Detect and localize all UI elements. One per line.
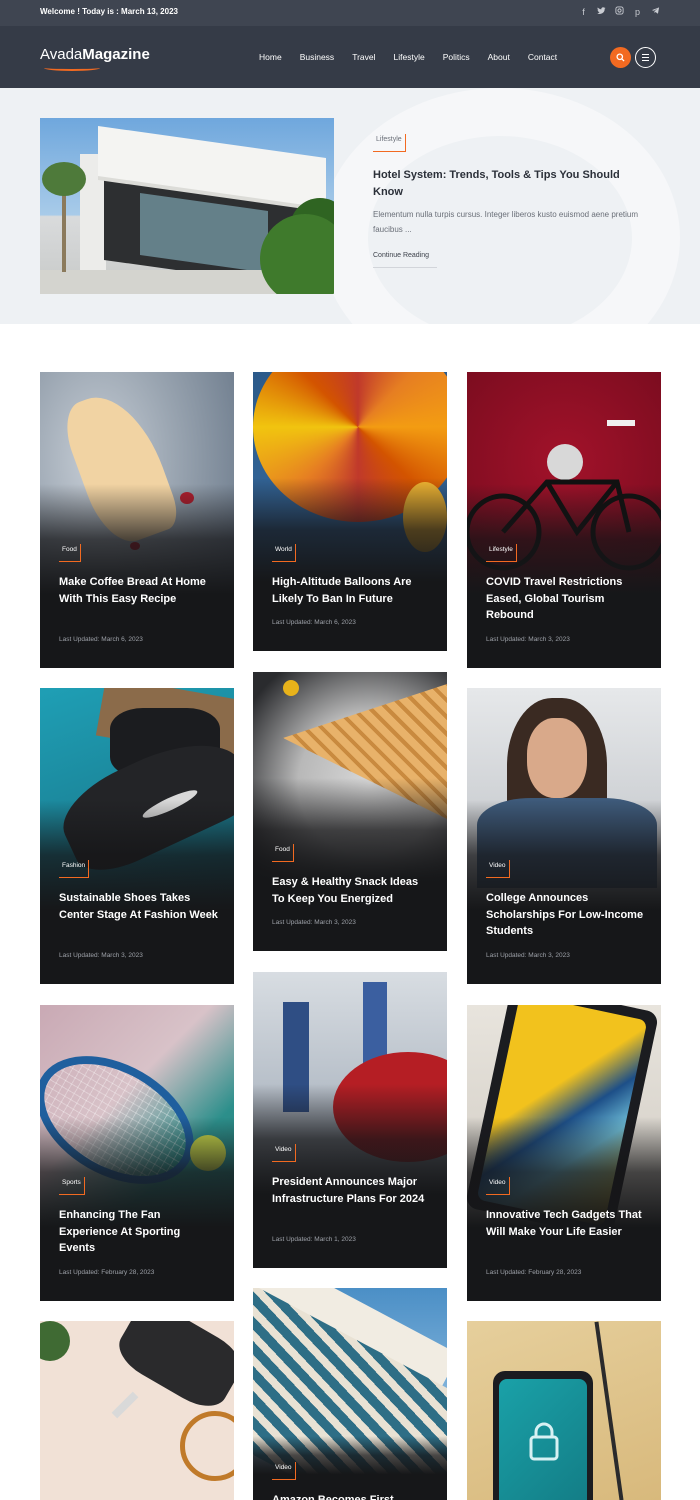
card-category-tag[interactable]: Sports xyxy=(59,1177,85,1195)
card-title[interactable]: Make Coffee Bread At Home With This Easy… xyxy=(59,574,219,607)
menu-item-politics[interactable]: Politics xyxy=(443,52,470,62)
card-date: Last Updated: March 3, 2023 xyxy=(486,952,570,959)
search-button[interactable] xyxy=(610,47,631,68)
card-date: Last Updated: March 6, 2023 xyxy=(272,619,356,626)
card-title[interactable]: High-Altitude Balloons Are Likely To Ban… xyxy=(272,574,432,607)
card-category-tag[interactable]: Video xyxy=(272,1144,296,1162)
card-category-tag[interactable]: Food xyxy=(59,544,81,562)
hero-category-tag[interactable]: Lifestyle xyxy=(373,134,406,152)
card-title[interactable]: College Announces Scholarships For Low-I… xyxy=(486,890,646,940)
hamburger-line xyxy=(642,57,649,59)
post-card[interactable]: Food Easy & Healthy Snack Ideas To Keep … xyxy=(253,672,447,951)
face xyxy=(527,718,587,798)
card-category-tag[interactable]: World xyxy=(272,544,296,562)
logo-swoosh xyxy=(44,65,100,71)
post-card[interactable]: Video President Announces Major Infrastr… xyxy=(253,972,447,1268)
card-category-tag[interactable]: Video xyxy=(272,1462,296,1480)
menu-item-home[interactable]: Home xyxy=(259,52,282,62)
card-title[interactable]: Innovative Tech Gadgets That Will Make Y… xyxy=(486,1207,646,1240)
main-menu: Home Business Travel Lifestyle Politics … xyxy=(259,52,575,62)
post-card[interactable] xyxy=(467,1321,661,1500)
post-card[interactable]: World High-Altitude Balloons Are Likely … xyxy=(253,372,447,651)
menu-item-travel[interactable]: Travel xyxy=(352,52,375,62)
card-category-tag[interactable]: Video xyxy=(486,1177,510,1195)
post-card[interactable]: Food Make Coffee Bread At Home With This… xyxy=(40,372,234,668)
card-date: Last Updated: March 3, 2023 xyxy=(59,952,143,959)
site-logo[interactable]: AvadaMagazine xyxy=(40,46,150,63)
post-card[interactable]: Video Innovative Tech Gadgets That Will … xyxy=(467,1005,661,1301)
garnish xyxy=(283,680,299,696)
card-date: Last Updated: March 3, 2023 xyxy=(486,636,570,643)
card-title[interactable]: Enhancing The Fan Experience At Sporting… xyxy=(59,1207,219,1257)
card-title[interactable]: Amazon Becomes First xyxy=(272,1492,432,1500)
palm-trunk xyxy=(62,188,66,272)
featured-post: Lifestyle Hotel System: Trends, Tools & … xyxy=(0,88,700,324)
card-date: Last Updated: March 1, 2023 xyxy=(272,1236,356,1243)
featured-image-hotel[interactable] xyxy=(40,118,334,294)
card-image-accessories xyxy=(40,1321,234,1500)
post-card[interactable]: Video College Announces Scholarships For… xyxy=(467,688,661,984)
card-date: Last Updated: February 28, 2023 xyxy=(59,1269,155,1276)
hero-decoration xyxy=(320,88,680,324)
post-card[interactable]: Lifestyle COVID Travel Restrictions Ease… xyxy=(467,372,661,668)
card-date: Last Updated: March 6, 2023 xyxy=(59,636,143,643)
post-card[interactable] xyxy=(40,1321,234,1500)
card-title[interactable]: Easy & Healthy Snack Ideas To Keep You E… xyxy=(272,874,432,907)
card-title[interactable]: COVID Travel Restrictions Eased, Global … xyxy=(486,574,646,624)
leaf xyxy=(40,1321,70,1361)
menu-item-lifestyle[interactable]: Lifestyle xyxy=(394,52,425,62)
card-category-tag[interactable]: Lifestyle xyxy=(486,544,517,562)
search-icon xyxy=(616,53,625,62)
post-card[interactable]: Sports Enhancing The Fan Experience At S… xyxy=(40,1005,234,1301)
card-category-tag[interactable]: Video xyxy=(486,860,510,878)
logo-light-text: Avada xyxy=(40,46,83,63)
post-card[interactable]: Fashion Sustainable Shoes Takes Center S… xyxy=(40,688,234,984)
pinterest-icon[interactable]: p xyxy=(633,6,642,18)
welcome-date-text: Welcome ! Today is : March 13, 2023 xyxy=(40,7,178,16)
card-category-tag[interactable]: Fashion xyxy=(59,860,90,878)
instagram-icon[interactable] xyxy=(615,6,624,18)
telegram-icon[interactable] xyxy=(651,6,660,18)
strap xyxy=(180,1411,234,1481)
post-card[interactable]: Video Amazon Becomes First xyxy=(253,1288,447,1500)
social-links: f p xyxy=(579,6,660,18)
hamburger-line xyxy=(642,60,649,62)
menu-item-business[interactable]: Business xyxy=(300,52,335,62)
main-header: AvadaMagazine Home Business Travel Lifes… xyxy=(0,26,700,88)
lock-icon xyxy=(529,1422,559,1461)
card-category-tag[interactable]: Food xyxy=(272,844,294,862)
menu-item-contact[interactable]: Contact xyxy=(528,52,557,62)
twitter-icon[interactable] xyxy=(597,6,606,18)
hero-excerpt: Elementum nulla turpis cursus. Integer l… xyxy=(373,210,639,234)
palm-leaves xyxy=(42,162,86,196)
top-bar: Welcome ! Today is : March 13, 2023 f p xyxy=(0,0,700,26)
hamburger-menu-button[interactable] xyxy=(635,47,656,68)
card-image-phone xyxy=(467,1321,661,1500)
lipstick xyxy=(111,1391,139,1419)
facebook-icon[interactable]: f xyxy=(579,6,588,18)
hamburger-icon xyxy=(642,54,649,56)
logo-bold-text: Magazine xyxy=(82,46,150,63)
card-date: Last Updated: February 28, 2023 xyxy=(486,1269,582,1276)
card-title[interactable]: President Announces Major Infrastructure… xyxy=(272,1174,432,1207)
card-date: Last Updated: March 3, 2023 xyxy=(272,919,356,926)
menu-item-about[interactable]: About xyxy=(488,52,510,62)
hero-title[interactable]: Hotel System: Trends, Tools & Tips You S… xyxy=(373,167,643,201)
card-title[interactable]: Sustainable Shoes Takes Center Stage At … xyxy=(59,890,219,923)
pencil xyxy=(594,1321,624,1500)
continue-reading-link[interactable]: Continue Reading xyxy=(373,252,437,268)
